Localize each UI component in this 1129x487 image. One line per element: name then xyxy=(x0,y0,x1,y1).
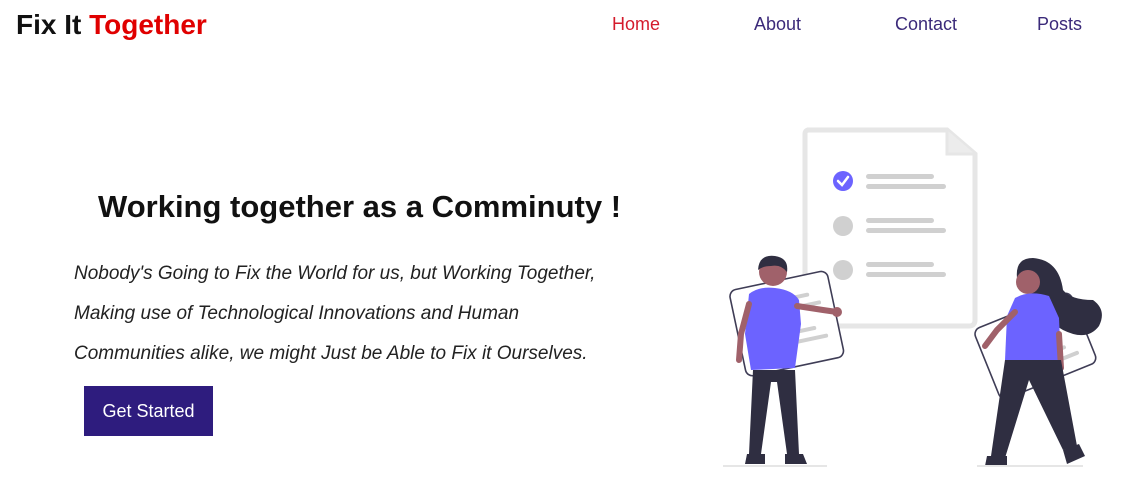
brand-accent-text: Together xyxy=(89,9,207,40)
hero-description: Nobody's Going to Fix the World for us, … xyxy=(74,254,654,374)
unchecked-circle xyxy=(833,260,853,280)
brand-text: Fix It xyxy=(16,9,90,40)
hero-description-line: Making use of Technological Innovations … xyxy=(74,303,520,324)
nav-posts-link[interactable]: Posts xyxy=(1037,14,1082,35)
checklist-line xyxy=(866,228,946,233)
check-circle xyxy=(833,171,853,191)
checklist-line xyxy=(866,218,934,223)
right-person-figure xyxy=(974,258,1102,467)
nav-home-link[interactable]: Home xyxy=(612,14,660,35)
checklist-line xyxy=(866,184,946,189)
navbar: Fix It Together Home About Contact Posts xyxy=(0,0,1129,52)
nav-about-link[interactable]: About xyxy=(754,14,801,35)
unchecked-circle xyxy=(833,216,853,236)
team-checklist-illustration xyxy=(723,127,1102,467)
brand-logo[interactable]: Fix It Together xyxy=(16,9,207,41)
hero-title: Working together as a Comminuty ! xyxy=(98,189,622,224)
nav-contact-link[interactable]: Contact xyxy=(895,14,957,35)
left-person-figure xyxy=(723,255,845,467)
checklist-line xyxy=(866,262,934,267)
get-started-button[interactable]: Get Started xyxy=(84,386,213,436)
checklist-line xyxy=(866,174,934,179)
hero-description-line: Nobody's Going to Fix the World for us, … xyxy=(74,263,596,284)
hero-description-line: Communities alike, we might Just be Able… xyxy=(74,343,588,364)
checklist-line xyxy=(866,272,946,277)
